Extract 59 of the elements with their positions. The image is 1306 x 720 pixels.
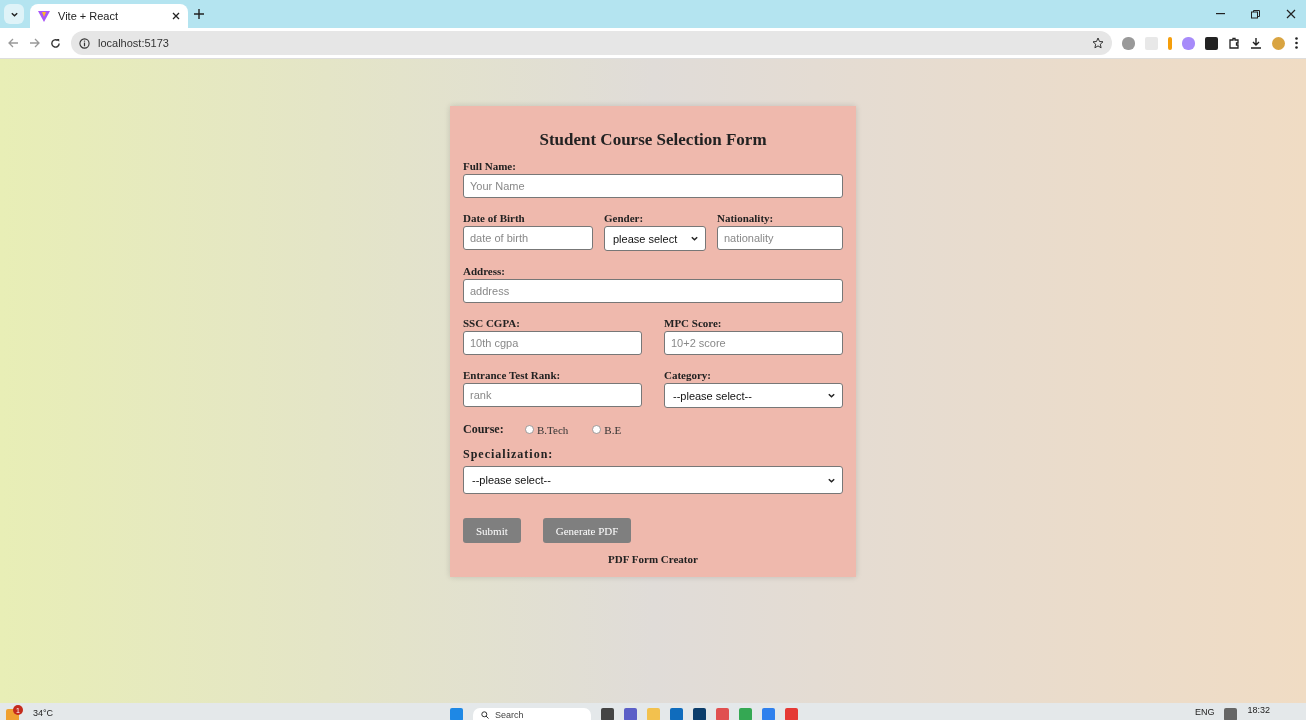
field-label: Entrance Test Rank: [463, 369, 562, 381]
dropdown[interactable]: please select [604, 226, 706, 251]
back-arrow-icon[interactable] [8, 38, 19, 48]
field-label: Nationality: [717, 212, 775, 224]
radio-button[interactable] [525, 425, 534, 434]
form-button[interactable]: Submit [463, 518, 521, 543]
dropdown[interactable]: --please select-- [664, 383, 843, 408]
language-indicator[interactable]: ENG [1194, 707, 1215, 717]
field-label: Gender: [604, 212, 645, 224]
form-title: Student Course Selection Form [538, 130, 768, 150]
field-label: Specialization: [463, 447, 555, 462]
radio-option[interactable]: B.E [592, 423, 622, 436]
text-field[interactable]: 10+2 score [664, 331, 843, 355]
text-field[interactable]: rank [463, 383, 642, 407]
dropdown[interactable]: --please select-- [463, 466, 843, 494]
chevron-down-icon [827, 391, 836, 400]
field-label: MPC Score: [664, 317, 723, 329]
text-field[interactable]: nationality [717, 226, 843, 250]
app-icon[interactable] [601, 708, 615, 720]
more-icon[interactable] [1295, 37, 1298, 49]
app-icon[interactable] [670, 708, 684, 720]
search-icon [481, 711, 490, 719]
field-label: Course: [463, 422, 505, 437]
close-icon[interactable] [1286, 9, 1296, 19]
text-field[interactable]: 10th cgpa [463, 331, 642, 355]
form-button[interactable]: Generate PDF [542, 518, 632, 543]
app-icon[interactable] [624, 708, 638, 720]
system-tray-icon[interactable] [1224, 708, 1238, 720]
minimize-icon[interactable] [1216, 13, 1225, 15]
tab-list-button[interactable] [4, 4, 24, 24]
radio-option[interactable]: B.Tech [525, 423, 569, 436]
app-icon[interactable] [693, 708, 707, 720]
field-label: SSC CGPA: [463, 317, 521, 329]
temperature: 34°C [33, 708, 54, 718]
form-footer: PDF Form Creator [463, 553, 843, 565]
forward-arrow-icon[interactable] [29, 38, 40, 48]
browser-tab[interactable]: Vite + React [30, 4, 188, 28]
search-field[interactable]: Search [473, 708, 592, 720]
radio-button[interactable] [592, 425, 602, 434]
field-label: Date of Birth [463, 212, 526, 224]
info-icon [79, 37, 90, 49]
close-icon[interactable] [172, 12, 180, 20]
triangle-logo-icon [38, 10, 50, 22]
puzzle-icon[interactable] [1228, 37, 1240, 49]
field-label: Full Name: [463, 160, 517, 172]
field-label: Category: [664, 369, 713, 381]
avatar-icon[interactable] [1272, 36, 1285, 50]
chevron-down-icon [690, 234, 699, 243]
address-bar[interactable]: localhost:5173 [71, 31, 1112, 55]
text-field[interactable]: address [463, 279, 843, 303]
plus-icon[interactable] [194, 9, 204, 19]
star-icon[interactable] [1092, 37, 1104, 49]
restore-icon[interactable] [1251, 9, 1260, 19]
reload-icon[interactable] [50, 37, 61, 49]
clock[interactable]: 18:32 [1247, 705, 1270, 715]
field-label: Address: [463, 265, 506, 277]
download-icon[interactable] [1250, 37, 1262, 49]
text-field[interactable]: Your Name [463, 174, 843, 198]
text-field[interactable]: date of birth [463, 226, 593, 250]
